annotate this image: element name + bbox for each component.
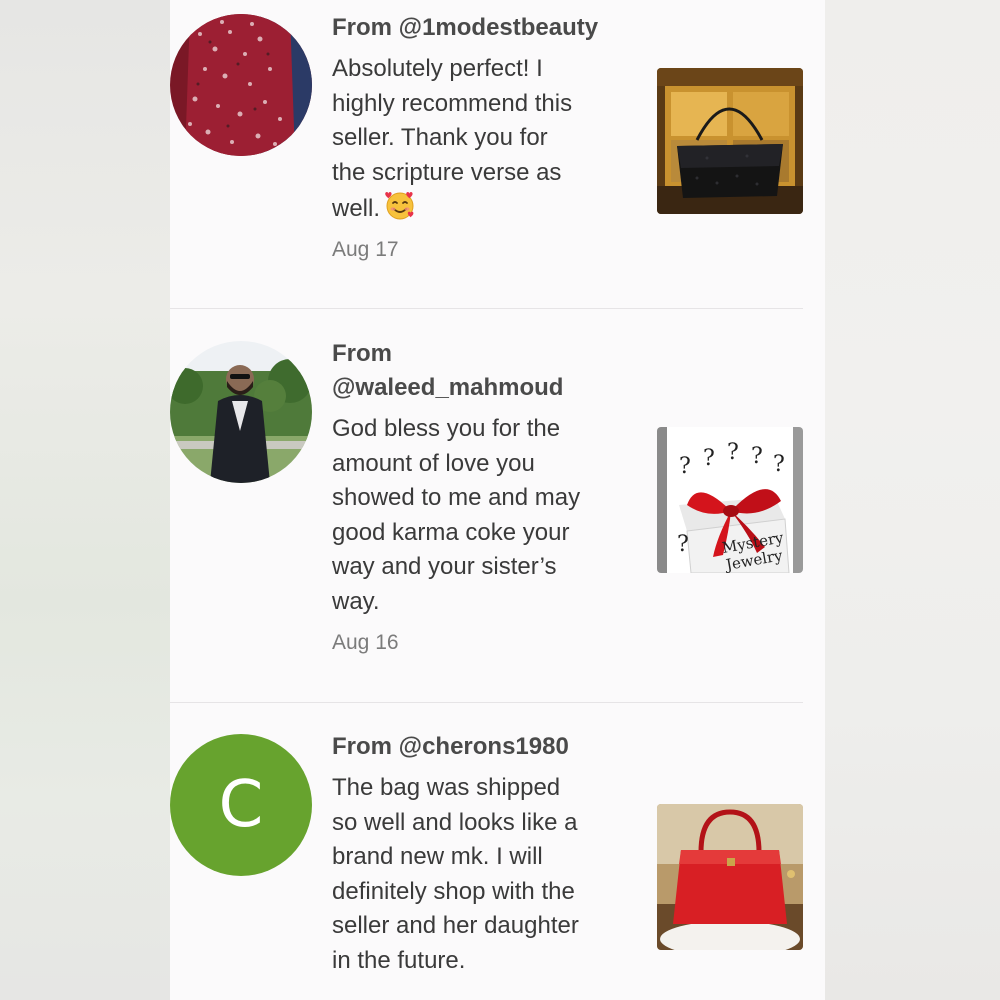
avatar[interactable] [170, 341, 312, 483]
review-text: The bag was shipped so well and looks li… [332, 774, 579, 974]
reviewer-handle[interactable]: From @waleed_mahmoud [332, 337, 632, 405]
review-divider [170, 308, 803, 309]
review-date: Aug 16 [332, 630, 399, 654]
black-clutch-bag-photo [657, 68, 803, 214]
reviews-list[interactable]: From @1modestbeauty Absolutely perfect! … [170, 0, 825, 1000]
mystery-jewelry-gift-photo: ??? ?? ? Mystery Jewelry [657, 427, 803, 573]
background-blur-right [825, 0, 1000, 1000]
svg-text:?: ? [703, 446, 715, 471]
review-divider [170, 702, 803, 703]
review-text: Absolutely perfect! I highly recommend t… [332, 52, 632, 227]
reviewer-handle[interactable]: From @1modestbeauty [332, 11, 632, 45]
background-blur-left [0, 0, 170, 1000]
svg-text:?: ? [727, 440, 739, 465]
svg-text:?: ? [677, 532, 689, 557]
avatar[interactable] [170, 14, 312, 156]
svg-text:?: ? [679, 454, 691, 479]
avatar-letter: C [218, 768, 264, 842]
reviewer-handle[interactable]: From @cherons1980 [332, 730, 632, 764]
svg-text:?: ? [773, 452, 785, 477]
product-thumbnail[interactable]: ??? ?? ? Mystery Jewelry [657, 427, 803, 573]
red-michael-kors-bag-photo [657, 804, 803, 950]
review-date: Aug 17 [332, 237, 399, 261]
avatar[interactable]: C [170, 734, 312, 876]
avatar-photo-man-in-suit [170, 341, 312, 483]
svg-text:?: ? [751, 444, 763, 469]
review-text-content: Absolutely perfect! I highly recommend t… [332, 55, 573, 223]
product-thumbnail[interactable] [657, 68, 803, 214]
smiling-face-with-hearts-icon [384, 190, 416, 222]
product-thumbnail[interactable] [657, 804, 803, 950]
avatar-photo-red-floral-dress [170, 14, 312, 156]
review-text: God bless you for the amount of love you… [332, 415, 581, 615]
